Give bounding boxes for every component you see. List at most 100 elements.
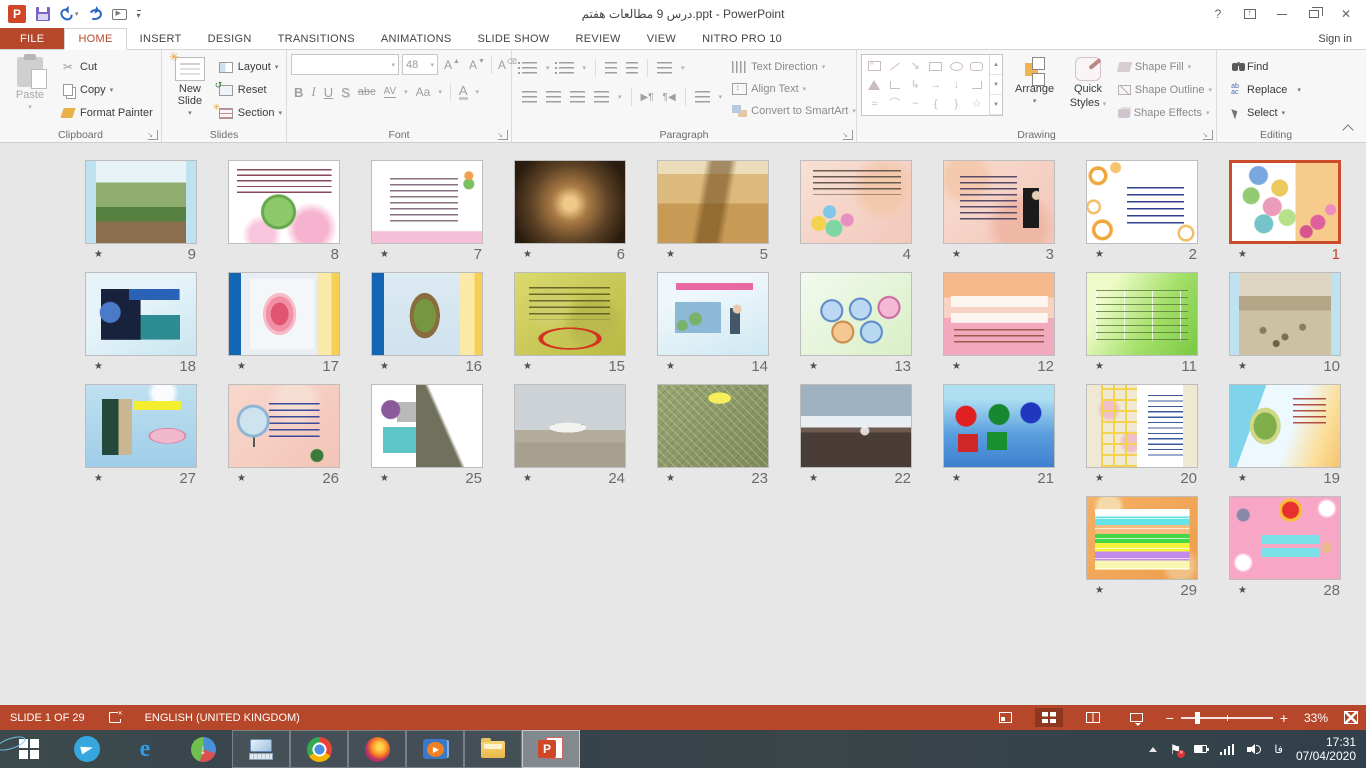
font-color-button[interactable]: A	[459, 84, 468, 100]
rectangle-shape-icon[interactable]	[929, 62, 942, 71]
gallery-scroll-up-icon[interactable]: ▲	[990, 55, 1002, 75]
align-text-button[interactable]: Align Text▾	[732, 79, 856, 98]
slide-thumbnail-27[interactable]	[85, 384, 197, 468]
zoom-slider[interactable]	[1181, 717, 1273, 719]
taskbar-chrome[interactable]	[290, 730, 348, 768]
shapes-gallery[interactable]: A ↘ ↳ → ↓ ≈ ⌒ ~	[861, 54, 1003, 116]
slide-thumbnail-2[interactable]	[1086, 160, 1198, 244]
section-button[interactable]: Section▾	[218, 103, 282, 123]
text-direction-button[interactable]: Text Direction▾	[732, 57, 856, 76]
font-dialog-launcher[interactable]	[498, 130, 508, 140]
taskbar-file-explorer[interactable]	[464, 730, 522, 768]
layout-button[interactable]: Layout▾	[218, 57, 282, 77]
language-label[interactable]: ENGLISH (UNITED KINGDOM)	[145, 712, 300, 724]
slide-thumbnail-26[interactable]	[228, 384, 340, 468]
tab-animations[interactable]: ANIMATIONS	[368, 28, 465, 49]
redo-icon[interactable]	[87, 7, 102, 21]
customize-qat-icon[interactable]: ▾	[137, 10, 141, 19]
slide-thumbnail-25[interactable]	[371, 384, 483, 468]
animation-star-icon[interactable]: ★	[1095, 585, 1107, 596]
normal-view-button[interactable]	[992, 708, 1019, 727]
animation-star-icon[interactable]: ★	[666, 249, 678, 260]
oval-shape-icon[interactable]	[950, 62, 963, 71]
taskbar-telegram[interactable]	[58, 730, 116, 768]
fit-to-window-icon[interactable]	[1344, 711, 1358, 724]
align-center-icon[interactable]	[546, 91, 561, 103]
slide-thumbnail-14[interactable]	[657, 272, 769, 356]
slide-thumbnail-5[interactable]	[657, 160, 769, 244]
input-language-indicator[interactable]: فا	[1274, 743, 1283, 756]
format-painter-button[interactable]: Format Painter	[60, 103, 153, 123]
tab-review[interactable]: REVIEW	[563, 28, 634, 49]
cut-button[interactable]: ✂Cut	[60, 57, 153, 77]
triangle-shape-icon[interactable]	[868, 80, 880, 90]
animation-star-icon[interactable]: ★	[380, 361, 392, 372]
animation-star-icon[interactable]: ★	[952, 361, 964, 372]
collapse-ribbon-icon[interactable]	[1342, 124, 1353, 135]
rtl-direction-icon[interactable]: ¶◀	[663, 92, 676, 103]
slide-thumbnail-20[interactable]	[1086, 384, 1198, 468]
zoom-out-button[interactable]: −	[1166, 713, 1174, 723]
animation-star-icon[interactable]: ★	[809, 473, 821, 484]
shape-outline-button[interactable]: Shape Outline▾	[1118, 80, 1212, 100]
reading-view-button[interactable]	[1079, 708, 1107, 727]
animation-star-icon[interactable]: ★	[237, 473, 249, 484]
numbering-icon[interactable]	[559, 62, 574, 74]
undo-button[interactable]: ▾	[60, 9, 79, 20]
align-right-icon[interactable]	[570, 91, 585, 103]
tab-transitions[interactable]: TRANSITIONS	[265, 28, 368, 49]
slide-thumbnail-23[interactable]	[657, 384, 769, 468]
help-button[interactable]: ?	[1204, 4, 1232, 24]
shapes-gallery-scrollbar[interactable]: ▲ ▼ ▼	[989, 55, 1002, 115]
powerpoint-app-icon[interactable]: P	[8, 5, 26, 23]
reset-button[interactable]: Reset	[218, 80, 282, 100]
change-case-button[interactable]: Aa	[416, 85, 431, 99]
tab-file[interactable]: FILE	[0, 28, 64, 49]
font-size-combo[interactable]: 48▾	[402, 54, 438, 75]
slide-thumbnail-24[interactable]	[514, 384, 626, 468]
down-arrow-shape-icon[interactable]: ↓	[953, 80, 959, 90]
gallery-scroll-down-icon[interactable]: ▼	[990, 75, 1002, 95]
slide-thumbnail-11[interactable]	[1086, 272, 1198, 356]
animation-star-icon[interactable]: ★	[1238, 249, 1250, 260]
restore-button[interactable]	[1300, 4, 1328, 24]
ltr-direction-icon[interactable]: ▶¶	[641, 92, 654, 103]
slide-thumbnail-15[interactable]	[514, 272, 626, 356]
paste-button[interactable]: Paste ▾	[4, 54, 56, 111]
animation-star-icon[interactable]: ★	[809, 361, 821, 372]
character-spacing-button[interactable]: AV	[384, 86, 397, 98]
taskbar-firefox[interactable]	[348, 730, 406, 768]
battery-icon[interactable]	[1194, 745, 1207, 753]
left-brace-shape-icon[interactable]: {	[934, 99, 938, 109]
slide-thumbnail-28[interactable]	[1229, 496, 1341, 580]
right-arrow-shape-icon[interactable]: →	[930, 80, 941, 90]
taskbar-powerpoint[interactable]: P	[522, 730, 580, 768]
columns-icon[interactable]	[695, 91, 710, 103]
drawing-dialog-launcher[interactable]	[1203, 130, 1213, 140]
slide-thumbnail-19[interactable]	[1229, 384, 1341, 468]
clock[interactable]: 17:31 07/04/2020	[1296, 735, 1356, 763]
start-slideshow-icon[interactable]	[112, 9, 127, 20]
taskbar-remote-keyboard[interactable]	[232, 730, 290, 768]
paragraph-dialog-launcher[interactable]	[843, 130, 853, 140]
minimize-button[interactable]	[1268, 4, 1296, 24]
convert-smartart-button[interactable]: Convert to SmartArt▾	[732, 101, 856, 120]
animation-star-icon[interactable]: ★	[1238, 585, 1250, 596]
star-shape-icon[interactable]: ☆	[972, 99, 982, 109]
select-button[interactable]: Select▾	[1227, 103, 1301, 123]
align-left-icon[interactable]	[522, 91, 537, 103]
animation-star-icon[interactable]: ★	[1095, 361, 1107, 372]
slide-thumbnail-17[interactable]	[228, 272, 340, 356]
find-button[interactable]: Find	[1227, 57, 1301, 77]
tab-nitro-pro[interactable]: NITRO PRO 10	[689, 28, 795, 49]
animation-star-icon[interactable]: ★	[1238, 473, 1250, 484]
copy-button[interactable]: Copy▾	[60, 80, 153, 100]
quick-styles-button[interactable]: Quick Styles ▾	[1066, 54, 1110, 111]
font-name-combo[interactable]: ▾	[291, 54, 399, 75]
slide-thumbnail-3[interactable]	[943, 160, 1055, 244]
animation-star-icon[interactable]: ★	[94, 361, 106, 372]
textbox-shape-icon[interactable]: A	[868, 61, 881, 71]
slide-thumbnail-18[interactable]	[85, 272, 197, 356]
slide-thumbnail-7[interactable]	[371, 160, 483, 244]
animation-star-icon[interactable]: ★	[237, 361, 249, 372]
